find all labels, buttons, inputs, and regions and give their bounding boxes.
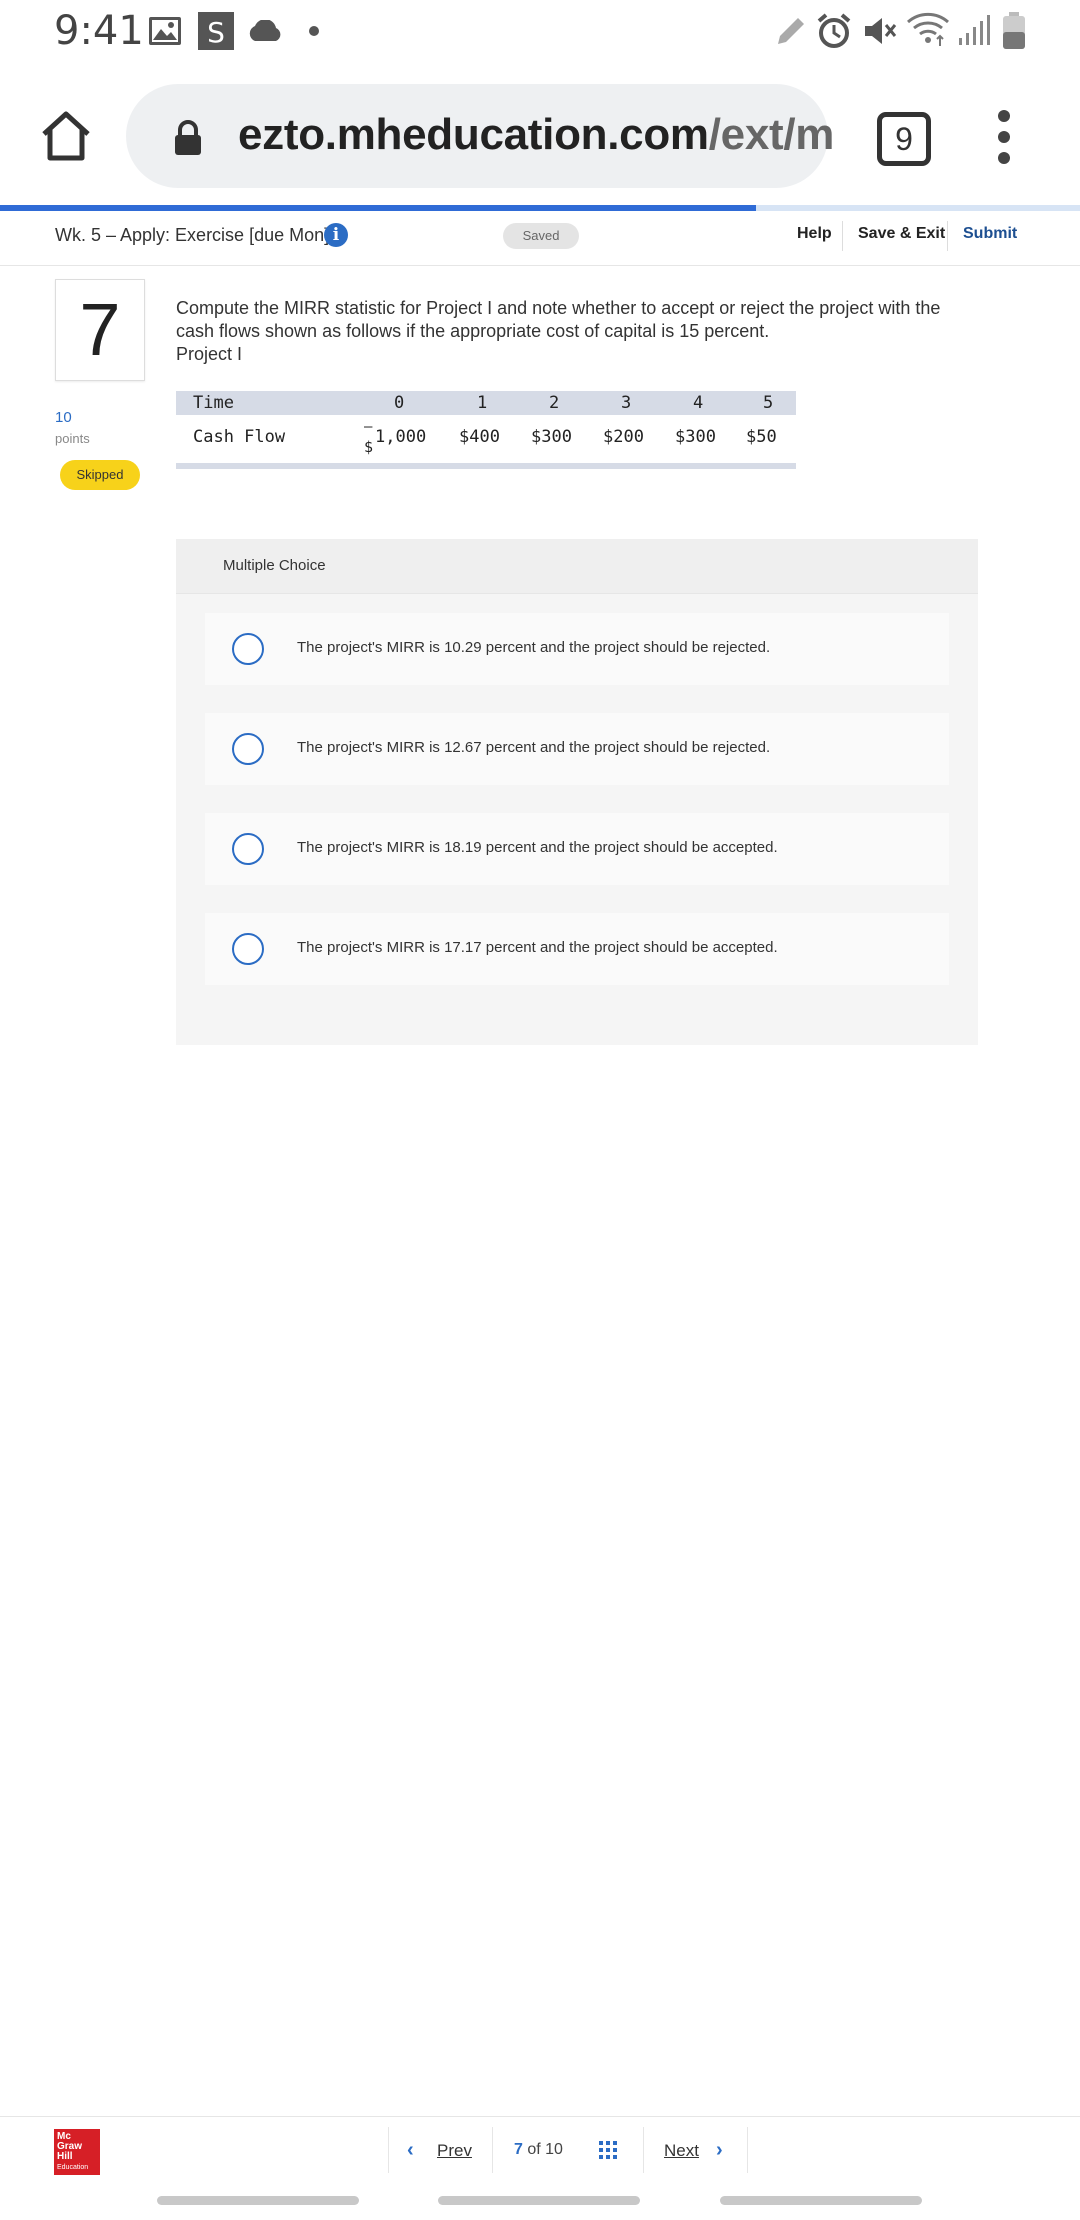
period-cell: 0: [394, 393, 405, 413]
question-number: 7: [55, 279, 145, 381]
cash-flow-cell: $200: [603, 427, 644, 447]
row-header-cash-flow: Cash Flow: [193, 427, 286, 447]
header-divider: [947, 221, 948, 251]
svg-text:S: S: [207, 16, 225, 49]
multiple-choice-panel: Multiple Choice The project's MIRR is 10…: [176, 539, 978, 1045]
question-text: Compute the MIRR statistic for Project I…: [176, 298, 941, 341]
tab-switcher-button[interactable]: 9: [877, 112, 931, 166]
choice-option[interactable]: The project's MIRR is 10.29 percent and …: [205, 613, 949, 685]
status-bar: 9:41 S: [0, 0, 1080, 64]
radio-button[interactable]: [232, 933, 264, 965]
header-divider: [842, 221, 843, 251]
url-path: /ext/m: [708, 110, 835, 159]
next-button[interactable]: Next: [664, 2141, 699, 2161]
cash-flow-cell: $50: [746, 427, 777, 447]
nav-divider: [388, 2127, 389, 2173]
nav-divider: [747, 2127, 748, 2173]
system-gesture-bar: [438, 2196, 640, 2205]
system-gesture-bar: [720, 2196, 922, 2205]
row-header-time: Time: [193, 393, 234, 413]
mcgraw-hill-logo: Mc Graw Hill Education: [54, 2129, 100, 2175]
table-row-time: Time 0 1 2 3 4 5: [176, 391, 796, 415]
home-icon[interactable]: [38, 108, 94, 164]
radio-button[interactable]: [232, 633, 264, 665]
choice-option[interactable]: The project's MIRR is 12.67 percent and …: [205, 713, 949, 785]
period-cell: 1: [477, 393, 488, 413]
address-bar[interactable]: ezto.mheducation.com/ext/m: [126, 84, 834, 188]
cash-flow-cell: 1,000: [375, 427, 427, 447]
cash-flow-table: Time 0 1 2 3 4 5 Cash Flow – $ 1,000 $40…: [176, 391, 796, 469]
s-app-icon: S: [198, 12, 234, 50]
cash-flow-cell: $400: [459, 427, 500, 447]
system-gesture-bar: [157, 2196, 359, 2205]
period-cell: 4: [693, 393, 704, 413]
assignment-title: Wk. 5 – Apply: Exercise [due Mon]: [55, 225, 330, 245]
grid-icon[interactable]: [599, 2141, 617, 2159]
prev-button[interactable]: Prev: [437, 2141, 472, 2161]
points-label: points: [55, 431, 90, 446]
lock-icon: [175, 120, 201, 155]
period-cell: 3: [621, 393, 632, 413]
url-text: ezto.mheducation.com/ext/m: [238, 110, 834, 160]
choice-option[interactable]: The project's MIRR is 17.17 percent and …: [205, 913, 949, 985]
assignment-header: Wk. 5 – Apply: Exercise [due Mon] i Save…: [0, 211, 1080, 266]
question-prompt: Compute the MIRR statistic for Project I…: [176, 297, 976, 366]
chevron-left-icon[interactable]: ‹: [407, 2139, 414, 2162]
choice-text: The project's MIRR is 12.67 percent and …: [297, 739, 771, 756]
overflow-menu-icon[interactable]: [998, 110, 1010, 164]
image-icon: [149, 17, 181, 45]
cloud-icon: [249, 20, 281, 41]
nav-divider: [643, 2127, 644, 2173]
page-indicator[interactable]: 7 of 10: [514, 2141, 563, 2159]
choice-text: The project's MIRR is 18.19 percent and …: [297, 839, 778, 856]
saved-badge: Saved: [503, 223, 579, 249]
info-icon[interactable]: i: [324, 223, 348, 247]
signal-icon: [959, 15, 990, 45]
cash-flow-cell: $300: [675, 427, 716, 447]
current-page: 7: [514, 2141, 523, 2158]
submit-link[interactable]: Submit: [963, 225, 1017, 243]
multiple-choice-title: Multiple Choice: [223, 557, 326, 574]
bottom-navigation: Mc Graw Hill Education ‹ Prev 7 of 10 Ne…: [0, 2116, 1080, 2183]
total-pages: 10: [545, 2141, 563, 2158]
cash-flow-cell: $300: [531, 427, 572, 447]
skipped-badge: Skipped: [60, 460, 140, 490]
choice-text: The project's MIRR is 10.29 percent and …: [297, 639, 771, 656]
period-cell: 5: [763, 393, 774, 413]
url-host: ezto.mheducation.com: [238, 110, 709, 159]
choice-option[interactable]: The project's MIRR is 18.19 percent and …: [205, 813, 949, 885]
of-label: of: [527, 2141, 541, 2158]
choice-text: The project's MIRR is 17.17 percent and …: [297, 939, 778, 956]
browser-toolbar: ezto.mheducation.com/ext/m 9: [0, 64, 1080, 206]
save-exit-link[interactable]: Save & Exit: [858, 225, 945, 243]
nav-divider: [492, 2127, 493, 2173]
cash-flow-dollar: $: [364, 438, 374, 456]
period-cell: 2: [549, 393, 560, 413]
project-label: Project I: [176, 344, 243, 364]
battery-icon: [1003, 12, 1025, 49]
radio-button[interactable]: [232, 733, 264, 765]
points-value: 10: [55, 409, 72, 426]
dot-icon: [309, 26, 319, 36]
mute-icon: [865, 18, 897, 44]
pen-icon: [778, 18, 804, 44]
multiple-choice-header: Multiple Choice: [176, 539, 978, 594]
table-bottom-rule: [176, 463, 796, 469]
help-link[interactable]: Help: [797, 225, 832, 243]
table-row-cash-flow: Cash Flow – $ 1,000 $400 $300 $200 $300 …: [176, 415, 796, 463]
radio-button[interactable]: [232, 833, 264, 865]
status-time: 9:41: [54, 8, 144, 54]
alarm-icon: [817, 13, 851, 48]
wifi-icon: [907, 12, 949, 46]
chevron-right-icon[interactable]: ›: [716, 2139, 723, 2162]
